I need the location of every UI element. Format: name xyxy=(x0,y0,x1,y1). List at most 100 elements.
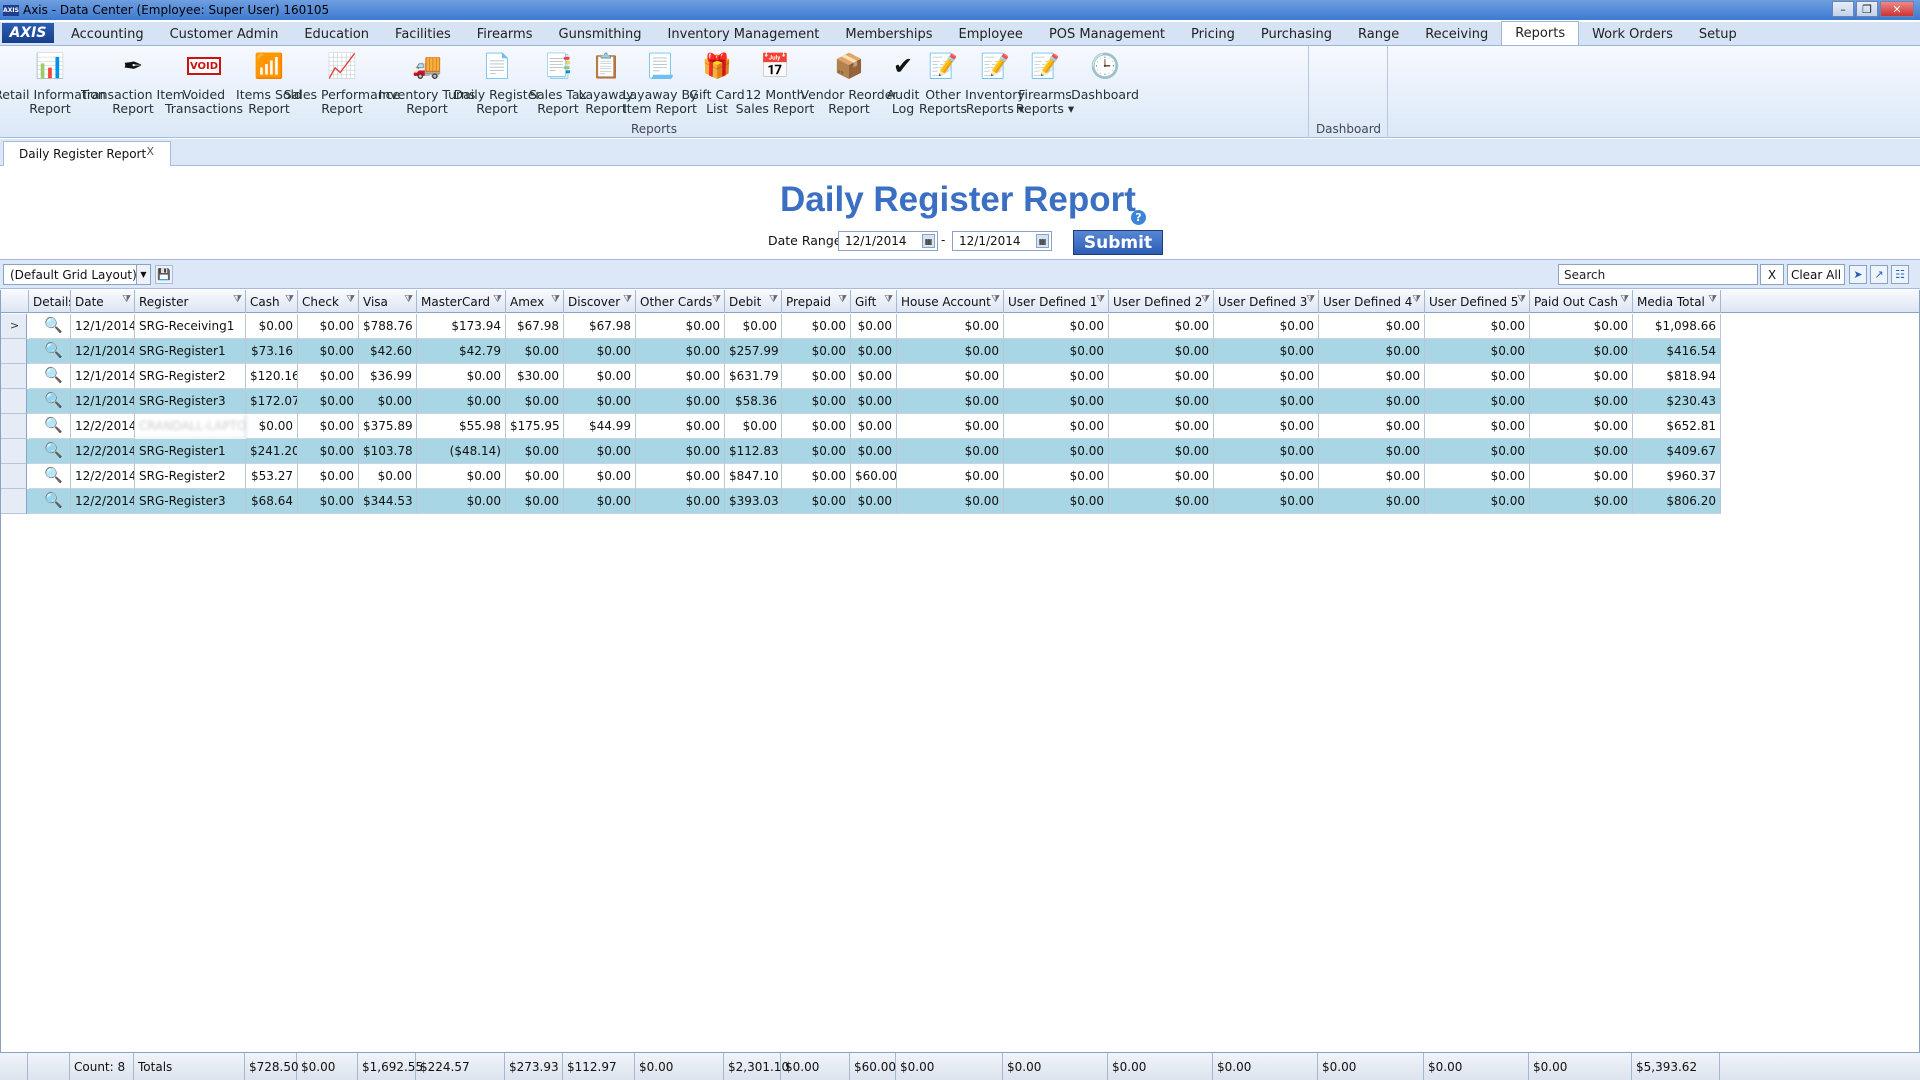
table-row[interactable]: 🔍 12/1/2014 SRG-Register1 $73.16 $0.00 $42.60… xyxy=(1,339,1721,364)
filter-icon[interactable]: ⧩ xyxy=(884,294,893,305)
magnifier-icon[interactable]: 🔍 xyxy=(44,316,63,336)
filter-icon[interactable]: ⧩ xyxy=(623,294,632,305)
menu-range[interactable]: Range xyxy=(1345,23,1412,45)
row-selector[interactable] xyxy=(1,439,27,464)
date-from-field[interactable]: 12/1/2014 ▦ xyxy=(838,231,938,251)
filter-icon[interactable]: ⧩ xyxy=(712,294,721,305)
column-chooser-icon[interactable]: ☷ xyxy=(1891,265,1909,284)
ribbon-vendor-reorder-report-button[interactable]: 📦 Vendor Reorder Report xyxy=(800,50,897,116)
ribbon-firearms-reports-button[interactable]: 📝 Firearms Reports ▾ xyxy=(1016,50,1074,116)
menu-firearms[interactable]: Firearms xyxy=(464,23,546,45)
column-header-details[interactable]: Details xyxy=(29,290,71,313)
column-header-check[interactable]: Check ⧩ xyxy=(298,290,359,313)
table-row[interactable]: 🔍 12/1/2014 SRG-Register2 $120.16 $0.00 $36.9… xyxy=(1,364,1721,389)
column-header-cash[interactable]: Cash ⧩ xyxy=(246,290,298,313)
filter-icon[interactable]: ⧩ xyxy=(769,294,778,305)
row-selector[interactable] xyxy=(1,389,27,414)
search-clear-button[interactable]: X xyxy=(1760,264,1784,285)
magnifier-icon[interactable]: 🔍 xyxy=(44,391,63,411)
calendar-icon[interactable]: ▦ xyxy=(922,234,935,248)
table-row[interactable]: 🔍 12/2/2014 CRANDALL-LAPTOP $0.00 $0.00 $375.… xyxy=(1,414,1721,439)
save-layout-icon[interactable]: 💾 xyxy=(155,265,173,284)
ribbon-transaction-item-report-button[interactable]: ✒ Transaction Item Report xyxy=(81,50,185,116)
filter-icon[interactable]: ⧩ xyxy=(1412,294,1421,305)
column-header-house-account[interactable]: House Account ⧩ xyxy=(897,290,1004,313)
pin-icon[interactable]: ➤ xyxy=(1849,265,1867,284)
row-selector[interactable]: > xyxy=(1,314,27,339)
column-header-media-total[interactable]: Media Total ⧩ xyxy=(1633,290,1721,313)
ribbon-sales-performance-report-button[interactable]: 📈 Sales Performance Report xyxy=(284,50,400,116)
restore-icon[interactable]: ❐ xyxy=(1856,1,1878,17)
menu-education[interactable]: Education xyxy=(291,23,382,45)
doc-tab-daily-register-report[interactable]: Daily Register Report X xyxy=(3,141,171,166)
export-icon[interactable]: ↗ xyxy=(1870,265,1888,284)
filter-icon[interactable]: ⧩ xyxy=(404,294,413,305)
filter-icon[interactable]: ⧩ xyxy=(1620,294,1629,305)
close-tab-icon[interactable]: X xyxy=(146,145,154,158)
filter-icon[interactable]: ⧩ xyxy=(838,294,847,305)
menu-customer-admin[interactable]: Customer Admin xyxy=(157,23,292,45)
minimize-icon[interactable]: – xyxy=(1832,1,1854,17)
column-header-gift[interactable]: Gift ⧩ xyxy=(851,290,897,313)
date-to-field[interactable]: 12/1/2014 ▦ xyxy=(952,231,1052,251)
chevron-down-icon[interactable]: ▼ xyxy=(136,265,150,284)
column-header-paid-out-cash[interactable]: Paid Out Cash ⧩ xyxy=(1530,290,1633,313)
magnifier-icon[interactable]: 🔍 xyxy=(44,466,63,486)
help-icon[interactable]: ? xyxy=(1131,210,1146,225)
submit-button[interactable]: Submit xyxy=(1073,230,1163,255)
ribbon-layaway-by-item-report-button[interactable]: 📃 Layaway By Item Report xyxy=(623,50,698,116)
row-selector[interactable] xyxy=(1,364,27,389)
search-input[interactable]: Search xyxy=(1558,264,1758,285)
column-header-debit[interactable]: Debit ⧩ xyxy=(725,290,782,313)
column-header-user-defined-4[interactable]: User Defined 4 ⧩ xyxy=(1319,290,1425,313)
row-selector[interactable] xyxy=(1,489,27,514)
filter-icon[interactable]: ⧩ xyxy=(991,294,1000,305)
column-header-date[interactable]: Date ⧩ xyxy=(71,290,135,313)
ribbon-12-month-sales-report-button[interactable]: 📅 12 Month Sales Report xyxy=(736,50,815,116)
grid-layout-select[interactable]: (Default Grid Layout) ▼ xyxy=(3,264,151,285)
filter-icon[interactable]: ⧩ xyxy=(285,294,294,305)
table-row[interactable]: 🔍 12/2/2014 SRG-Register3 $68.64 $0.00 $344.5… xyxy=(1,489,1721,514)
ribbon-gift-card-list-button[interactable]: 🎁 Gift Card List xyxy=(689,50,744,116)
filter-icon[interactable]: ⧩ xyxy=(346,294,355,305)
table-row[interactable]: 🔍 12/2/2014 SRG-Register2 $53.27 $0.00 $0.00 $… xyxy=(1,464,1721,489)
menu-pos-management[interactable]: POS Management xyxy=(1036,23,1178,45)
ribbon-daily-register-report-button[interactable]: 📄 Daily Register Report xyxy=(453,50,540,116)
ribbon-other-reports-button[interactable]: 📝 Other Reports xyxy=(919,50,967,116)
magnifier-icon[interactable]: 🔍 xyxy=(44,366,63,386)
column-header-prepaid[interactable]: Prepaid ⧩ xyxy=(782,290,851,313)
ribbon-voided-transactions-button[interactable]: VOID Voided Transactions xyxy=(165,50,243,116)
filter-icon[interactable]: ⧩ xyxy=(493,294,502,305)
menu-purchasing[interactable]: Purchasing xyxy=(1248,23,1345,45)
menu-employee[interactable]: Employee xyxy=(946,23,1036,45)
column-header-user-defined-5[interactable]: User Defined 5 ⧩ xyxy=(1425,290,1530,313)
menu-facilities[interactable]: Facilities xyxy=(382,23,464,45)
column-header-discover[interactable]: Discover ⧩ xyxy=(564,290,636,313)
column-header-user-defined-3[interactable]: User Defined 3 ⧩ xyxy=(1214,290,1319,313)
menu-receiving[interactable]: Receiving xyxy=(1412,23,1501,45)
table-row[interactable]: > 🔍 12/1/2014 SRG-Receiving1 $0.00 $0.00 $788.… xyxy=(1,314,1721,339)
clear-all-button[interactable]: Clear All xyxy=(1787,264,1845,285)
menu-pricing[interactable]: Pricing xyxy=(1178,23,1248,45)
menu-reports[interactable]: Reports xyxy=(1501,21,1580,45)
menu-inventory-management[interactable]: Inventory Management xyxy=(655,23,833,45)
menu-memberships[interactable]: Memberships xyxy=(832,23,945,45)
magnifier-icon[interactable]: 🔍 xyxy=(44,491,63,511)
row-selector[interactable] xyxy=(1,339,27,364)
filter-icon[interactable]: ⧩ xyxy=(122,294,131,305)
column-header-visa[interactable]: Visa ⧩ xyxy=(359,290,417,313)
filter-icon[interactable]: ⧩ xyxy=(233,294,242,305)
filter-icon[interactable]: ⧩ xyxy=(1201,294,1210,305)
magnifier-icon[interactable]: 🔍 xyxy=(44,441,63,461)
column-header-user-defined-2[interactable]: User Defined 2 ⧩ xyxy=(1109,290,1214,313)
column-header-register[interactable]: Register ⧩ xyxy=(135,290,246,313)
filter-icon[interactable]: ⧩ xyxy=(1517,294,1526,305)
ribbon-layaway-report-button[interactable]: 📋 Layaway Report xyxy=(579,50,634,116)
filter-icon[interactable]: ⧩ xyxy=(551,294,560,305)
column-header-other-cards[interactable]: Other Cards ⧩ xyxy=(636,290,725,313)
filter-icon[interactable]: ⧩ xyxy=(1096,294,1105,305)
menu-accounting[interactable]: Accounting xyxy=(58,23,157,45)
menu-gunsmithing[interactable]: Gunsmithing xyxy=(546,23,655,45)
column-header-mastercard[interactable]: MasterCard ⧩ xyxy=(417,290,506,313)
menu-setup[interactable]: Setup xyxy=(1686,23,1750,45)
